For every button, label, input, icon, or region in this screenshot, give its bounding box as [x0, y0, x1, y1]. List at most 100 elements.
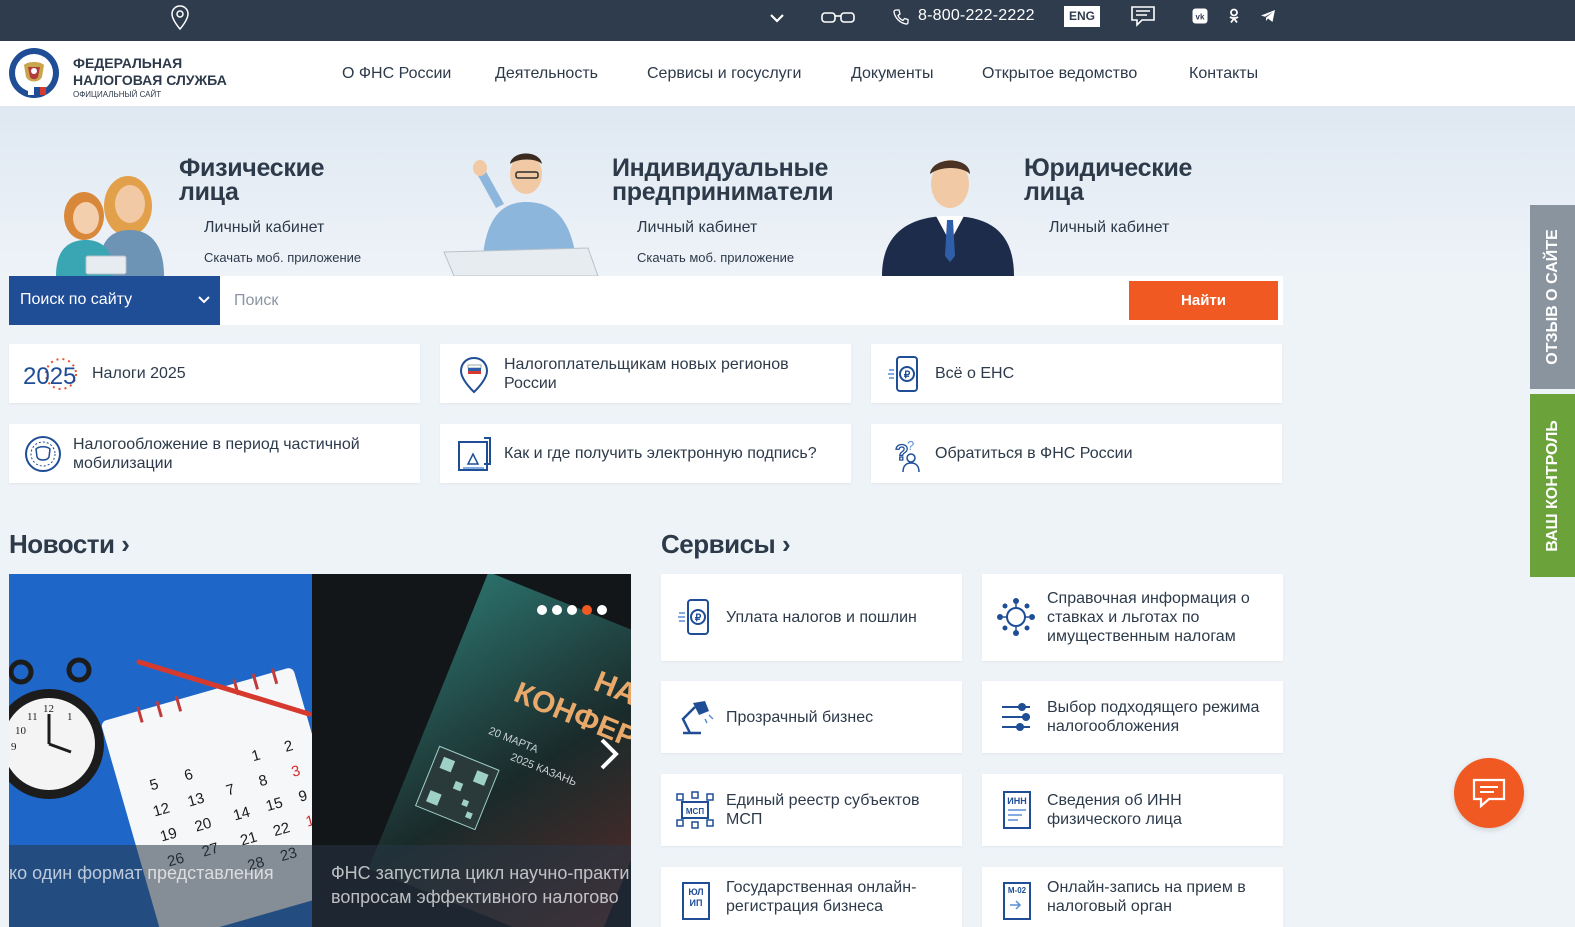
service-inn-info[interactable]: ИНН Сведения об ИНН физического лица [982, 774, 1283, 846]
search-button[interactable]: Найти [1129, 281, 1278, 320]
news-card-2-caption-line1: ФНС запустила цикл научно-практи [331, 863, 630, 883]
aud-legal-title-2[interactable]: лица [1024, 180, 1084, 205]
tile-e-signature-label: Как и где получить электронную подпись? [504, 445, 817, 462]
odnoklassniki-icon[interactable] [1226, 8, 1242, 24]
top-bar: 8-800-222-2222 ENG vk [0, 0, 1575, 41]
location-pin-icon[interactable] [170, 4, 190, 32]
feedback-side-tab-label: ОТЗЫВ О САЙТЕ [1543, 229, 1561, 365]
service-property-rates-label: Справочная информация о ставках и льгота… [1047, 590, 1250, 645]
question-person-icon: ? ? [894, 438, 920, 473]
svg-text:vk: vk [1196, 13, 1205, 22]
emblem-icon [25, 436, 61, 472]
ip-icon-text: ИП [690, 898, 703, 908]
new-regions-pin-icon [459, 356, 489, 394]
phone-icon [893, 9, 909, 25]
service-tax-payment[interactable]: ₽ Уплата налогов и пошлин [661, 574, 962, 661]
carousel-dot[interactable] [567, 605, 577, 615]
chevron-down-icon [198, 296, 210, 304]
service-online-appointment[interactable]: М-02 Онлайн-запись на прием в налоговый … [982, 867, 1283, 927]
service-property-rates[interactable]: Справочная информация о ставках и льгота… [982, 574, 1283, 661]
inn-icon-text: ИНН [1007, 796, 1026, 806]
news-title[interactable]: Новости › [9, 529, 130, 560]
aud-entrepreneurs-app-link[interactable]: Скачать моб. приложение [637, 250, 794, 265]
nav-about[interactable]: О ФНС России [342, 65, 451, 83]
nav-open-agency[interactable]: Открытое ведомство [982, 65, 1137, 83]
tile-e-signature[interactable]: Как и где получить электронную подпись? [440, 424, 851, 483]
your-control-side-tab-label: ВАШ КОНТРОЛЬ [1543, 419, 1561, 552]
tile-ens[interactable]: ₽ Всё о ЕНС [871, 344, 1282, 403]
tile-taxes-2025[interactable]: 2025 Налоги 2025 [9, 344, 420, 403]
news-card-2-caption: ФНС запустила цикл научно-практи вопроса… [312, 845, 631, 927]
service-tax-regime-label: Выбор подходящего режима налогообложения [1047, 699, 1260, 735]
chat-icon[interactable] [1130, 5, 1156, 27]
carousel-dot[interactable] [552, 605, 562, 615]
search-scope-select[interactable]: Поиск по сайту [9, 276, 220, 325]
nav-contacts[interactable]: Контакты [1189, 65, 1258, 83]
aud-individuals-cabinet-link[interactable]: Личный кабинет [204, 219, 324, 237]
service-business-registration-label: Государственная онлайн-регистрация бизне… [726, 879, 917, 915]
aud-legal-title-1[interactable]: Юридические [1024, 156, 1192, 181]
nav-services[interactable]: Сервисы и госуслуги [647, 65, 801, 83]
svg-text:?: ? [907, 438, 914, 453]
ul-ip-doc-icon: ЮЛ ИП [682, 882, 710, 920]
carousel-dot[interactable] [537, 605, 547, 615]
svg-text:₽: ₽ [904, 370, 911, 381]
snowflake-network-icon [997, 598, 1035, 636]
aud-entrepreneurs-title-2[interactable]: предприниматели [612, 180, 834, 205]
tile-taxes-2025-label: Налоги 2025 [92, 365, 186, 382]
chat-button[interactable] [1454, 758, 1524, 828]
telegram-icon[interactable] [1260, 8, 1276, 24]
carousel-dot-active[interactable] [582, 605, 592, 615]
tile-contact-fns[interactable]: ? ? Обратиться в ФНС России [871, 424, 1282, 483]
aud-individuals-title-1[interactable]: Физические [179, 156, 325, 181]
search-input[interactable] [220, 276, 1283, 325]
taxes-2025-logo-text: 2025 [23, 363, 76, 390]
chevron-right-icon: › [121, 529, 130, 559]
inn-doc-icon: ИНН [1003, 791, 1031, 829]
msp-icon-text: МСП [686, 807, 704, 816]
site-header: ФЕДЕРАЛЬНАЯ НАЛОГОВАЯ СЛУЖБА ОФИЦИАЛЬНЫЙ… [0, 41, 1575, 106]
feedback-side-tab[interactable]: ОТЗЫВ О САЙТЕ [1530, 205, 1575, 389]
clock-number: 1 [67, 711, 73, 723]
news-card-2[interactable]: НАУЧНО КОНФЕРЕНЦ 20 МАРТА 2025 КАЗАНЬ ФН… [312, 574, 631, 927]
aud-legal-cabinet-link[interactable]: Личный кабинет [1049, 219, 1169, 237]
vk-icon[interactable]: vk [1192, 8, 1208, 24]
clock-number: 12 [43, 703, 54, 715]
language-switch[interactable]: ENG [1064, 6, 1100, 27]
tile-ens-label: Всё о ЕНС [935, 365, 1015, 382]
aud-individuals-app-link[interactable]: Скачать моб. приложение [204, 250, 361, 265]
desk-lamp-icon [681, 701, 714, 735]
logo-subtitle: ОФИЦИАЛЬНЫЙ САЙТ [73, 90, 162, 99]
carousel-next-arrow-icon[interactable] [597, 736, 621, 772]
service-msp-registry[interactable]: МСП Единый реестр субъектов МСП [661, 774, 962, 846]
nav-activity[interactable]: Деятельность [495, 65, 598, 83]
aud-individuals-title-2[interactable]: лица [179, 180, 239, 205]
news-card-1-caption: ко один формат представления [9, 845, 312, 927]
tile-mobilization[interactable]: Налогообложение в период частичной мобил… [9, 424, 420, 483]
news-card-1[interactable]: 5 6 1 2 12 13 7 8 3 4 19 20 14 15 9 26 2 [9, 574, 312, 927]
tile-new-regions-label: Налогоплательщикам новых регионов России [504, 355, 789, 392]
aud-entrepreneurs-cabinet-link[interactable]: Личный кабинет [637, 219, 757, 237]
glasses-icon[interactable] [820, 10, 856, 26]
e-signature-icon [458, 437, 491, 471]
aud-entrepreneurs-title-1[interactable]: Индивидуальные [612, 156, 828, 181]
service-tax-regime[interactable]: Выбор подходящего режима налогообложения [982, 681, 1283, 753]
ul-icon-text: ЮЛ [688, 887, 703, 897]
carousel-dot[interactable] [597, 605, 607, 615]
news-carousel: 5 6 1 2 12 13 7 8 3 4 19 20 14 15 9 26 2 [9, 574, 631, 927]
fns-emblem-logo[interactable] [8, 47, 60, 99]
chevron-down-icon[interactable] [768, 11, 786, 25]
logo-title-line1: ФЕДЕРАЛЬНАЯ [73, 55, 183, 71]
tile-new-regions[interactable]: Налогоплательщикам новых регионов России [440, 344, 851, 403]
services-title[interactable]: Сервисы › [661, 529, 791, 560]
service-transparent-business[interactable]: Прозрачный бизнес [661, 681, 962, 753]
service-online-appointment-label: Онлайн-запись на прием в налоговый орган [1047, 879, 1246, 915]
your-control-side-tab[interactable]: ВАШ КОНТРОЛЬ [1530, 394, 1575, 577]
search-scope-label: Поиск по сайту [20, 291, 133, 308]
service-business-registration[interactable]: ЮЛ ИП Государственная онлайн-регистрация… [661, 867, 962, 927]
nav-documents[interactable]: Документы [851, 65, 933, 83]
news-card-2-caption-line2: вопросам эффективного налогово [331, 887, 619, 907]
legal-entities-illustration [882, 160, 1014, 276]
hotline-phone[interactable]: 8-800-222-2222 [918, 7, 1035, 25]
chevron-right-icon: › [781, 529, 791, 559]
